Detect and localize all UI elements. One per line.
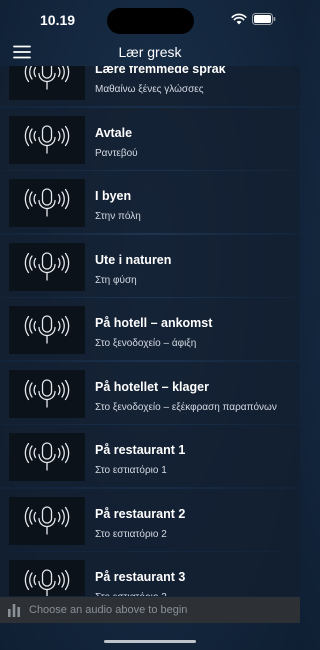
lesson-list-item[interactable]: På hotell – ankomst Στο ξενοδοχείο – άφιξ… (0, 298, 300, 360)
lesson-thumbnail (9, 242, 85, 291)
lesson-list-item[interactable]: På hotellet – klager Στο ξενοδοχείο – εξέ… (0, 361, 300, 424)
lesson-thumbnail (9, 306, 85, 354)
lesson-thumbnail (9, 433, 85, 481)
wifi-icon (231, 12, 247, 30)
lesson-list-item[interactable]: Ute i naturen Στη φύση (0, 234, 300, 297)
lesson-list-item[interactable]: På restaurant 2 Στο εστιατόριο 2 (0, 488, 300, 551)
player-status-text: Choose an audio above to begin (29, 604, 188, 616)
lesson-thumbnail (9, 496, 85, 545)
lesson-title: På hotellet – klager (95, 379, 209, 394)
lesson-list-item[interactable]: Lære fremmede språk Μαθαίνω ξένες γλώσσες (0, 66, 300, 106)
lesson-subtitle: Στο ξενοδοχείο – εξέκφραση παραπόνων (95, 401, 277, 413)
lesson-list-item[interactable]: På restaurant 1 Στο εστιατόριο 1 (0, 425, 300, 487)
nav-bar: Lær gresk (0, 40, 300, 66)
page-title: Lær gresk (118, 44, 182, 60)
status-time: 10.19 (40, 12, 76, 28)
lesson-subtitle: Στην πόλη (95, 211, 141, 222)
lesson-list[interactable]: Lære fremmede språk Μαθαίνω ξένες γλώσσες… (0, 66, 300, 596)
lesson-thumbnail (9, 369, 85, 418)
lesson-subtitle: Στο εστιατόριο 1 (95, 465, 167, 476)
lesson-subtitle: Ραντεβού (95, 147, 138, 159)
lesson-subtitle: Στη φύση (95, 274, 137, 286)
lesson-subtitle: Στο ξενοδοχείο – άφιξη (95, 338, 197, 349)
lesson-title: Lære fremmede språk (95, 66, 226, 76)
lesson-title: På restaurant 2 (95, 506, 186, 521)
lesson-title: På restaurant 1 (95, 443, 186, 457)
status-icons (231, 12, 276, 30)
lesson-thumbnail (9, 66, 85, 100)
battery-icon (252, 12, 276, 30)
lesson-subtitle: Στο εστιατόριο 3 (95, 592, 167, 596)
lesson-subtitle: Στο εστιατόριο 2 (95, 528, 167, 540)
home-indicator (104, 640, 196, 643)
lesson-list-item[interactable]: I byen Στην πόλη (0, 171, 300, 233)
lesson-list-item[interactable]: Avtale Ραντεβού (0, 107, 300, 170)
lesson-thumbnail (9, 115, 85, 164)
audio-player-bar[interactable]: Choose an audio above to begin (0, 597, 300, 623)
audio-bars-icon (7, 603, 21, 622)
lesson-title: Avtale (95, 125, 133, 140)
lesson-title: I byen (95, 189, 132, 203)
lesson-thumbnail (9, 179, 85, 227)
status-bar: 10.19 (0, 0, 300, 40)
dynamic-island (107, 8, 194, 34)
lesson-title: På restaurant 3 (95, 570, 186, 584)
lesson-subtitle: Μαθαίνω ξένες γλώσσες (95, 84, 204, 95)
lesson-list-item[interactable]: På restaurant 3 Στο εστιατόριο 3 (0, 552, 300, 596)
lesson-title: Ute i naturen (95, 252, 172, 267)
lesson-title: På hotell – ankomst (95, 316, 213, 330)
lesson-thumbnail (9, 560, 85, 596)
